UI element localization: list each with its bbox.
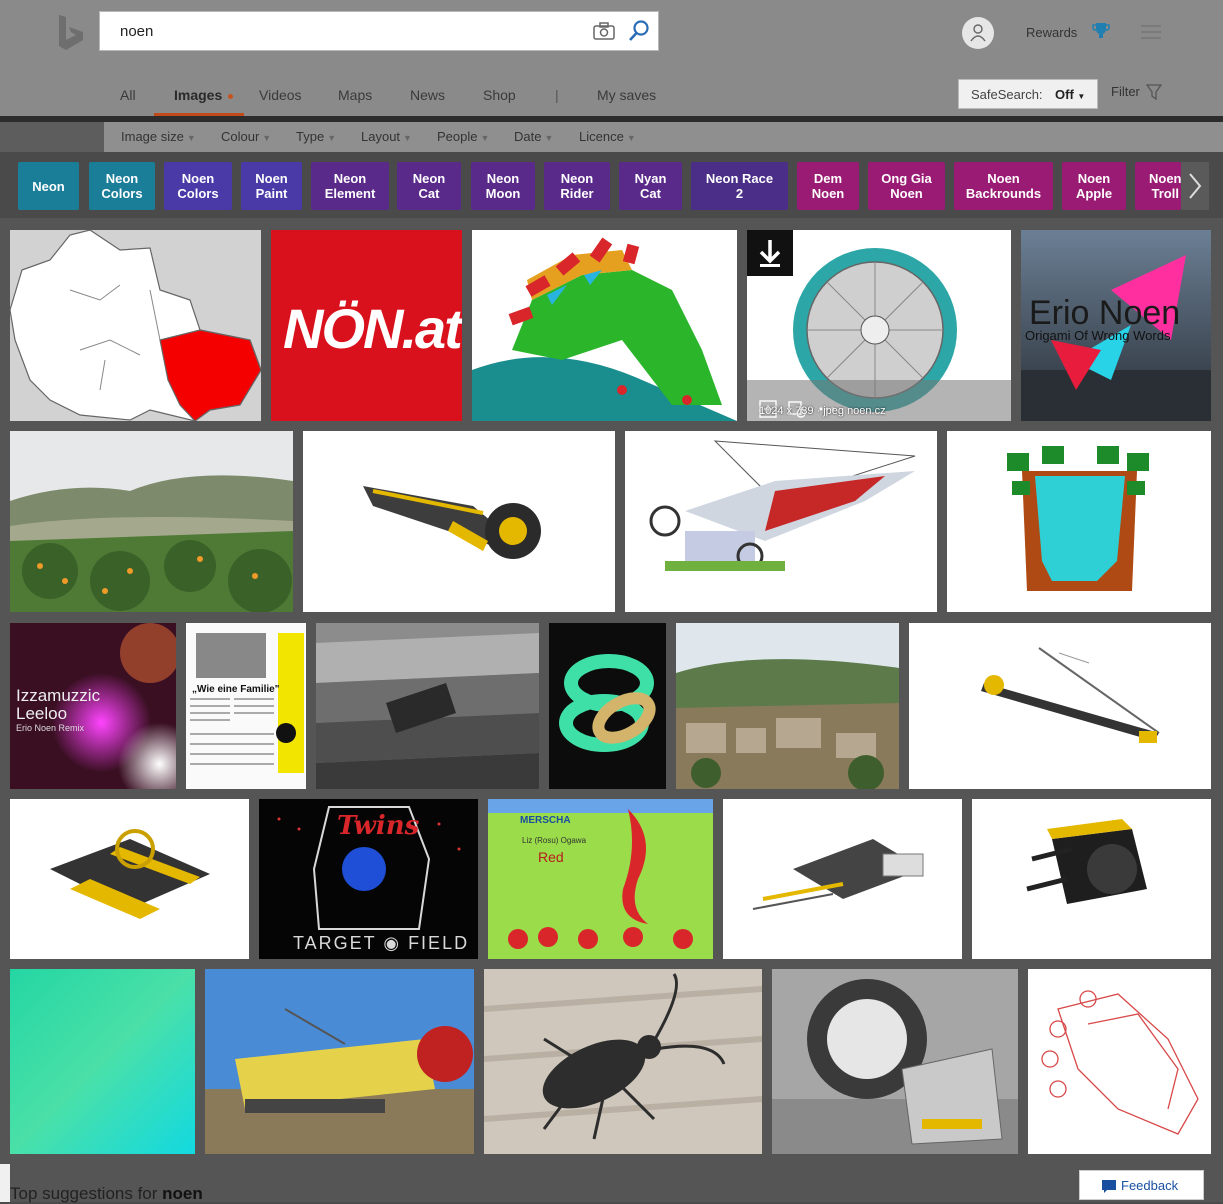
image-tile-mermaid-book[interactable]: MERSCHA Liz (Rosu) Ogawa Red xyxy=(488,799,713,959)
tab-news[interactable]: News xyxy=(410,87,445,103)
chevron-down-icon: ▼ xyxy=(262,133,272,143)
nav-separator: | xyxy=(555,87,559,103)
chevron-down-icon: ▼ xyxy=(327,133,337,143)
tab-all[interactable]: All xyxy=(120,87,136,103)
related-pill[interactable]: Noen Paint xyxy=(241,162,302,210)
related-pill[interactable]: Dem Noen xyxy=(797,162,859,210)
related-pill[interactable]: Noen Troll xyxy=(1135,162,1181,210)
image-tile-crawler[interactable] xyxy=(10,799,249,959)
feedback-button[interactable]: Feedback xyxy=(1079,1170,1204,1200)
image-tile-bucket-wheel-photo[interactable] xyxy=(772,969,1018,1154)
image-tile-bucket-wheel-3d[interactable] xyxy=(472,230,737,421)
filter-colour[interactable]: Colour ▼ xyxy=(221,129,271,144)
page-edge xyxy=(0,1164,10,1202)
related-pill[interactable]: Noen Colors xyxy=(164,162,232,210)
target-field-text: TARGET ◉ FIELD xyxy=(293,933,470,953)
erio-subtitle: Origami Of Wrong Words xyxy=(1025,328,1171,343)
safesearch-value: Off ▼ xyxy=(1055,87,1086,102)
filter-image-size[interactable]: Image size ▼ xyxy=(121,129,196,144)
filter-layout[interactable]: Layout ▼ xyxy=(361,129,412,144)
scroll-right-button[interactable] xyxy=(1181,162,1209,210)
active-dot-icon xyxy=(228,93,234,99)
avatar[interactable] xyxy=(962,17,994,49)
image-tile-erio-noen[interactable]: Erio Noen Origami Of Wrong Words xyxy=(1021,230,1211,421)
image-tile-twins-sign[interactable]: Twins TARGET ◉ FIELD xyxy=(259,799,478,959)
image-tile-valley-landscape[interactable] xyxy=(10,431,293,612)
image-tile-map[interactable] xyxy=(10,230,261,421)
image-tile-drum[interactable] xyxy=(972,799,1211,959)
filter-date[interactable]: Date ▼ xyxy=(514,129,553,144)
image-tile-mine-pit[interactable] xyxy=(316,623,539,789)
image-meta: 1024 x 739 · jpeg noen.cz xyxy=(759,405,886,417)
newspaper-heading: „Wie eine Familie" xyxy=(192,684,280,695)
filter-bar-inner xyxy=(104,122,1223,152)
related-pill[interactable]: Neon xyxy=(18,162,79,210)
image-tile-bucket-wheel-hover[interactable]: 1024 x 739 · jpeg noen.cz xyxy=(747,230,1011,421)
feedback-label: Feedback xyxy=(1121,1178,1179,1193)
chat-icon xyxy=(1102,1180,1116,1193)
non-at-logo-text: NÖN.at xyxy=(283,297,462,360)
chevron-down-icon: ▼ xyxy=(480,133,490,143)
image-tile-conveyor[interactable] xyxy=(909,623,1211,789)
tab-my-saves[interactable]: My saves xyxy=(597,87,656,103)
filter-type[interactable]: Type ▼ xyxy=(296,129,336,144)
funnel-icon[interactable] xyxy=(1145,84,1163,105)
search-input[interactable]: noen xyxy=(120,23,153,40)
image-tile-glow-bracelets[interactable] xyxy=(549,623,666,789)
related-pill[interactable]: Nyan Cat xyxy=(619,162,682,210)
chevron-down-icon: ▼ xyxy=(186,133,196,143)
chevron-down-icon: ▼ xyxy=(626,133,636,143)
related-pill[interactable]: Noen Backrounds xyxy=(954,162,1053,210)
leeloo-artist: Izzamuzzic xyxy=(16,686,101,705)
tab-maps[interactable]: Maps xyxy=(338,87,372,103)
image-tile-excavator-large[interactable] xyxy=(625,431,937,612)
hamburger-menu-icon[interactable] xyxy=(1141,24,1161,45)
image-tile-excavator-body[interactable] xyxy=(723,799,962,959)
related-pill[interactable]: Neon Element xyxy=(311,162,389,210)
chevron-down-icon: ▼ xyxy=(544,133,554,143)
image-tile-village[interactable] xyxy=(676,623,899,789)
image-tile-excavator-field[interactable] xyxy=(205,969,474,1154)
image-tile-bucket-sketch[interactable] xyxy=(1028,969,1211,1154)
bing-logo-icon[interactable] xyxy=(56,14,86,52)
image-tile-gradient-green[interactable] xyxy=(10,969,195,1154)
image-tile-beetle[interactable] xyxy=(484,969,762,1154)
mermaid-brand: MERSCHA xyxy=(520,815,571,826)
tab-images[interactable]: Images xyxy=(174,87,234,103)
filter-licence[interactable]: Licence ▼ xyxy=(579,129,636,144)
safesearch-label: SafeSearch: xyxy=(971,87,1043,102)
related-pill[interactable]: Ong Gia Noen xyxy=(868,162,945,210)
tab-shop[interactable]: Shop xyxy=(483,87,516,103)
filter-button[interactable]: Filter xyxy=(1111,84,1140,99)
chevron-right-icon xyxy=(1189,173,1202,199)
image-tile-non-at[interactable]: NÖN.at xyxy=(271,230,462,421)
trophy-icon[interactable] xyxy=(1091,21,1111,46)
search-icon[interactable] xyxy=(627,19,651,48)
related-pill[interactable]: Neon Moon xyxy=(471,162,535,210)
twins-logo-text: Twins xyxy=(337,811,420,841)
suggestions-title: Top suggestions for noen xyxy=(10,1184,203,1203)
filter-people[interactable]: People ▼ xyxy=(437,129,489,144)
leeloo-remix: Erio Noen Remix xyxy=(16,723,85,733)
leeloo-title: Leeloo xyxy=(16,704,68,723)
related-pill[interactable]: Neon Race 2 xyxy=(691,162,788,210)
download-icon[interactable] xyxy=(747,230,793,276)
mermaid-author: Liz (Rosu) Ogawa xyxy=(522,836,587,845)
safesearch-dropdown[interactable]: SafeSearch: Off ▼ xyxy=(958,79,1098,109)
chevron-down-icon: ▼ xyxy=(403,133,412,143)
image-tile-newspaper[interactable]: „Wie eine Familie" xyxy=(186,623,306,789)
tab-videos[interactable]: Videos xyxy=(259,87,302,103)
related-pill[interactable]: Noen Apple xyxy=(1062,162,1126,210)
search-box[interactable]: noen xyxy=(99,11,659,51)
camera-icon[interactable] xyxy=(593,22,615,45)
rewards-label[interactable]: Rewards xyxy=(1026,25,1077,40)
tab-images-label: Images xyxy=(174,87,223,103)
related-pill[interactable]: Neon Cat xyxy=(397,162,461,210)
image-tile-leeloo-remix[interactable]: Izzamuzzic Leeloo Erio Noen Remix xyxy=(10,623,176,789)
image-tile-excavator-side[interactable] xyxy=(303,431,615,612)
related-pill[interactable]: Neon Colors xyxy=(89,162,155,210)
image-tile-bucket-front[interactable] xyxy=(947,431,1211,612)
mermaid-title: Red xyxy=(538,849,564,865)
related-pill[interactable]: Neon Rider xyxy=(544,162,610,210)
